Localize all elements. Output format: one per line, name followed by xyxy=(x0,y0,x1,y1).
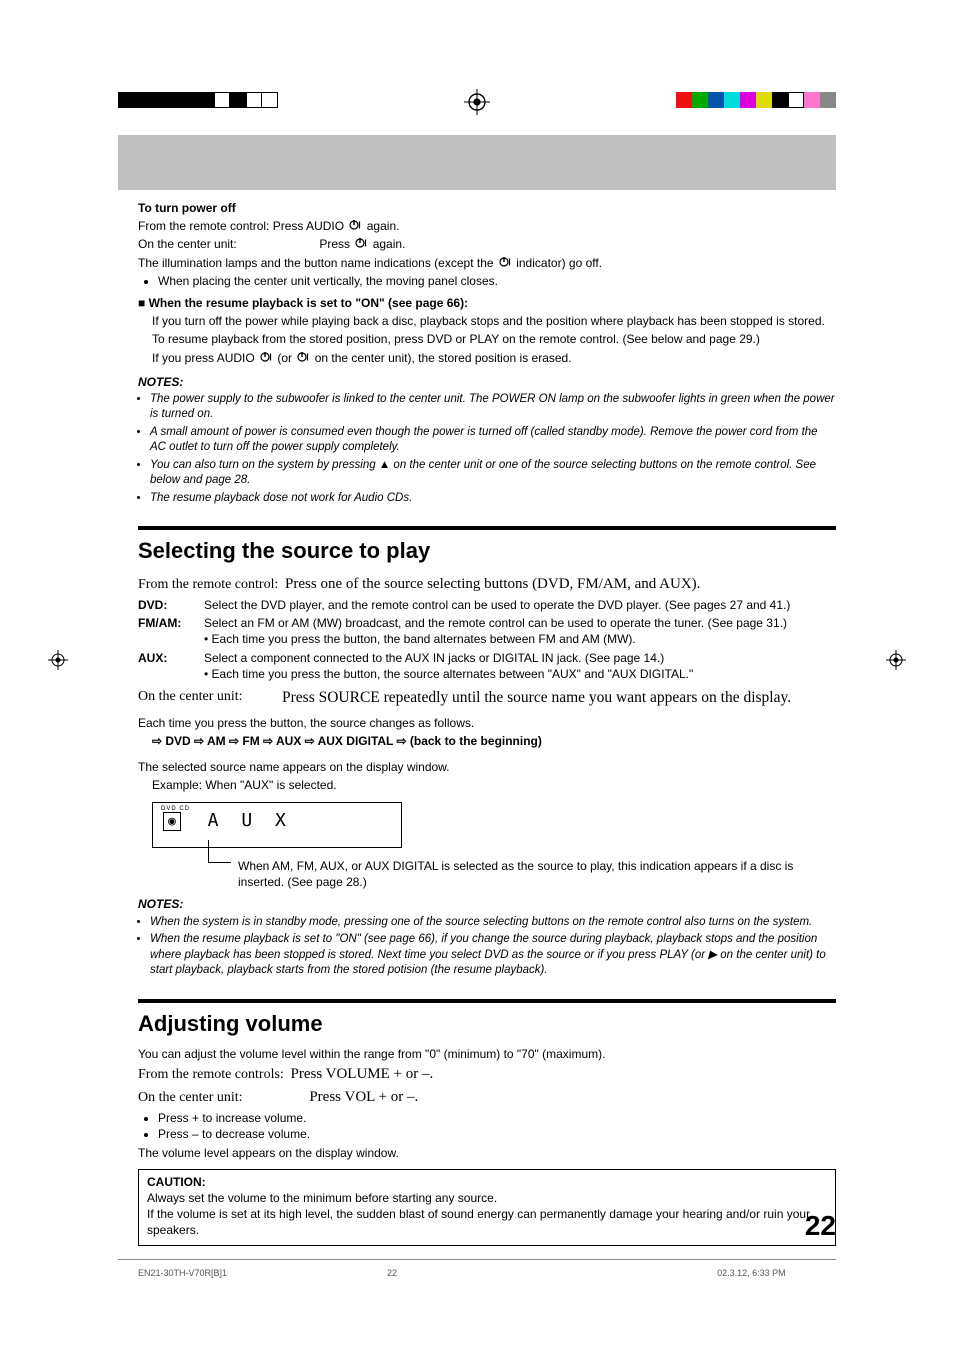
footer-divider xyxy=(118,1259,836,1260)
section-divider xyxy=(138,999,836,1003)
caution-line-1: Always set the volume to the minimum bef… xyxy=(147,1190,827,1206)
text: Press VOLUME + or –. xyxy=(290,1066,433,1082)
page-root: To turn power off From the remote contro… xyxy=(0,0,954,1352)
aux-display-panel: DVD CD ◉ A U X xyxy=(152,802,402,848)
text: The volume level appears on the display … xyxy=(138,1145,836,1161)
section-title-selecting: Selecting the source to play xyxy=(138,536,836,566)
text: Example: When "AUX" is selected. xyxy=(138,777,836,793)
text: Press SOURCE repeatedly until the source… xyxy=(282,688,836,709)
source-val-aux: Select a component connected to the AUX … xyxy=(204,650,836,682)
text: From the remote control: xyxy=(138,576,278,595)
text: Select an FM or AM (MW) broadcast, and t… xyxy=(204,616,787,630)
header-band xyxy=(118,135,836,190)
notes-label: NOTES: xyxy=(138,896,836,912)
text: (or xyxy=(277,351,295,365)
notes-list-2: When the system is in standby mode, pres… xyxy=(138,915,836,979)
list-item: Press + to increase volume. xyxy=(158,1110,836,1126)
turn-off-line-remote: From the remote control: Press AUDIO aga… xyxy=(138,218,836,234)
turn-off-line-unit: On the center unit: Press again. xyxy=(138,236,836,252)
volume-remote-line: From the remote controls: Press VOLUME +… xyxy=(138,1064,836,1085)
disc-icon: ◉ xyxy=(163,812,181,832)
text: The selected source name appears on the … xyxy=(138,759,836,775)
text: Select a component connected to the AUX … xyxy=(204,651,664,665)
power-standby-icon xyxy=(260,351,272,363)
caution-line-2: If the volume is set at its high level, … xyxy=(147,1206,827,1238)
list-item: When the resume playback is set to "ON" … xyxy=(150,932,836,979)
registration-mark-right-icon xyxy=(886,650,906,670)
notes-label: NOTES: xyxy=(138,374,836,390)
text: If you press AUDIO xyxy=(152,351,258,365)
source-val-dvd: Select the DVD player, and the remote co… xyxy=(204,597,836,613)
source-key-fmam: FM/AM: xyxy=(138,615,196,647)
text: again. xyxy=(367,219,400,233)
text: again. xyxy=(373,237,406,251)
footer-file: EN21-30TH-V70R[B]1 xyxy=(138,1268,227,1278)
text: Press VOL + or –. xyxy=(309,1089,418,1105)
power-standby-icon xyxy=(499,256,511,268)
source-grid: DVD: Select the DVD player, and the remo… xyxy=(138,597,836,682)
square-bullet-icon: ■ xyxy=(138,296,149,310)
text: Each time you press the button, the sour… xyxy=(138,715,836,731)
text: • Each time you press the button, the ba… xyxy=(204,632,636,646)
registration-mark-left-icon xyxy=(48,650,68,670)
text: If you press AUDIO (or on the center uni… xyxy=(152,350,836,366)
list-item: When placing the center unit vertically,… xyxy=(158,273,836,289)
selecting-remote-line: From the remote control: Press one of th… xyxy=(138,574,836,595)
text: on the center unit), the stored position… xyxy=(315,351,572,365)
print-crop-marks-left xyxy=(118,92,278,108)
text: When the resume playback is set to "ON" … xyxy=(149,296,468,310)
text: Press one of the source selecting button… xyxy=(285,576,700,592)
text: The illumination lamps and the button na… xyxy=(138,256,497,270)
caution-box: CAUTION: Always set the volume to the mi… xyxy=(138,1169,836,1246)
aux-display-wrap: DVD CD ◉ A U X When AM, FM, AUX, or AUX … xyxy=(138,796,836,891)
footer-meta: EN21-30TH-V70R[B]1 22 02.3.12, 6:33 PM xyxy=(138,1268,836,1278)
aux-display-text: A U X xyxy=(208,810,292,831)
text: From the remote controls: xyxy=(138,1066,284,1085)
list-item: When the system is in standby mode, pres… xyxy=(150,915,836,931)
source-cycle: ⇨ DVD ⇨ AM ⇨ FM ⇨ AUX ⇨ AUX DIGITAL ⇨ (b… xyxy=(138,733,836,749)
resume-playback-heading: ■ When the resume playback is set to "ON… xyxy=(138,295,836,311)
list-item: The resume playback dose not work for Au… xyxy=(150,491,836,507)
text: On the center unit: xyxy=(138,688,276,709)
list-item: A small amount of power is consumed even… xyxy=(150,425,836,456)
caution-label: CAUTION: xyxy=(147,1174,827,1190)
source-key-aux: AUX: xyxy=(138,650,196,682)
content-column: To turn power off From the remote contro… xyxy=(138,200,836,1246)
registration-mark-bottom-icon xyxy=(463,88,491,116)
turn-off-bullets: When placing the center unit vertically,… xyxy=(152,273,836,289)
volume-unit-line: On the center unit: Press VOL + or –. xyxy=(138,1087,836,1108)
section-title-volume: Adjusting volume xyxy=(138,1009,836,1039)
list-item: Press – to decrease volume. xyxy=(158,1126,836,1142)
footer-timestamp: 02.3.12, 6:33 PM xyxy=(717,1268,786,1278)
turn-off-line-3: The illumination lamps and the button na… xyxy=(138,255,836,271)
text: • Each time you press the button, the so… xyxy=(204,667,693,681)
page-number: 22 xyxy=(805,1210,836,1242)
text: To resume playback from the stored posit… xyxy=(152,331,836,347)
section-divider xyxy=(138,526,836,530)
list-item: The power supply to the subwoofer is lin… xyxy=(150,392,836,423)
power-standby-icon xyxy=(355,237,367,249)
text: From the remote control: Press AUDIO xyxy=(138,219,347,233)
power-standby-icon xyxy=(349,219,361,231)
text: If you turn off the power while playing … xyxy=(152,313,836,329)
aux-display-description: When AM, FM, AUX, or AUX DIGITAL is sele… xyxy=(238,858,836,890)
text: On the center unit: xyxy=(138,1089,306,1108)
notes-list-1: The power supply to the subwoofer is lin… xyxy=(138,392,836,507)
resume-block: If you turn off the power while playing … xyxy=(138,313,836,366)
source-key-dvd: DVD: xyxy=(138,597,196,613)
list-item: You can also turn on the system by press… xyxy=(150,458,836,489)
print-color-bars-right xyxy=(676,92,836,108)
source-val-fmam: Select an FM or AM (MW) broadcast, and t… xyxy=(204,615,836,647)
power-standby-icon xyxy=(297,351,309,363)
selecting-unit-line: On the center unit: Press SOURCE repeate… xyxy=(138,688,836,709)
text: On the center unit: xyxy=(138,236,316,252)
footer-page: 22 xyxy=(387,1268,397,1278)
turn-power-off-heading: To turn power off xyxy=(138,200,836,216)
text: Press xyxy=(319,237,353,251)
volume-bullets: Press + to increase volume. Press – to d… xyxy=(152,1110,836,1142)
text: You can adjust the volume level within t… xyxy=(138,1046,836,1062)
text: indicator) go off. xyxy=(516,256,602,270)
